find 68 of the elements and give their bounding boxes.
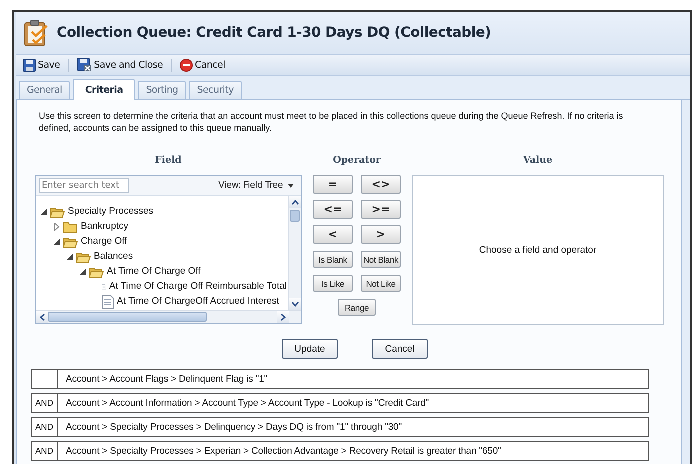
operator-button[interactable]: <=	[313, 200, 353, 219]
tab[interactable]: General	[19, 81, 70, 99]
operator-button[interactable]: Not Blank	[361, 251, 401, 268]
window-title: Collection Queue: Credit Card 1-30 Days DQ (Collectable)	[57, 25, 492, 41]
tree-item[interactable]: Balances	[93, 251, 134, 262]
tab[interactable]: Security	[189, 81, 242, 99]
cancel-button[interactable]: Cancel	[177, 56, 228, 74]
criteria-row[interactable]: Account > Account Flags > Delinquent Flag is "1"	[31, 369, 649, 389]
operator-button[interactable]: =	[313, 175, 353, 194]
operator-button[interactable]: Not Like	[361, 275, 401, 292]
tree-item[interactable]: Bankruptcy	[80, 221, 130, 232]
column-header: Value	[523, 155, 553, 166]
conjunction-label: AND	[36, 398, 54, 408]
criteria-text: Account > Specialty Processes > Experian > Collection Advantage > Recovery Retail is greater than "650"	[65, 444, 502, 458]
operator-button[interactable]: Is Blank	[313, 251, 353, 268]
description-text: Use this screen to determine the criteria that an account must meet to be placed in this collections queue during the Queue Refresh. If no criteria is defined, accounts can be assigned to this queue manually.	[39, 111, 624, 133]
view-dropdown[interactable]: View: Field Tree	[214, 180, 298, 190]
conjunction-label: AND	[36, 422, 54, 432]
expanded-arrow-icon[interactable]	[40, 208, 48, 216]
scroll-left-icon	[40, 314, 44, 320]
scroll-right-icon	[280, 314, 286, 320]
operator-button[interactable]: <>	[361, 175, 401, 194]
vertical-scrollbar[interactable]	[288, 196, 301, 310]
operator-button[interactable]: Is Like	[313, 275, 353, 292]
cancel-button[interactable]: Cancel	[372, 339, 428, 359]
open-folder-icon	[76, 250, 91, 262]
value-hint: Choose a field and operator	[479, 244, 597, 256]
caret-icon	[288, 184, 294, 188]
column-header: Field	[155, 155, 182, 166]
criteria-text: Account > Account Information > Account Type > Account Type - Lookup is "Credit Card"	[65, 396, 430, 410]
open-folder-icon	[50, 206, 65, 218]
update-button[interactable]: Update	[282, 339, 338, 359]
conjunction-label: AND	[36, 446, 54, 456]
scroll-up-icon	[292, 200, 298, 204]
criteria-text: Account > Account Flags > Delinquent Flag is "1"	[65, 372, 268, 386]
tab[interactable]: Criteria	[73, 79, 136, 100]
expanded-arrow-icon[interactable]	[53, 238, 61, 246]
cancel-icon	[180, 58, 194, 72]
scroll-thumb[interactable]	[290, 210, 300, 222]
criteria-row[interactable]: AND Account > Specialty Processes > Experian > Collection Advantage > Recovery Retail is greater than "650"	[31, 441, 649, 461]
expanded-arrow-icon[interactable]	[66, 252, 74, 260]
open-folder-icon	[89, 266, 104, 278]
save-and-close-button[interactable]: Save and Close	[74, 56, 166, 74]
scroll-down-icon	[292, 302, 298, 306]
scroll-thumb[interactable]	[48, 312, 207, 322]
tree-item[interactable]: At Time Of Charge Off	[106, 266, 202, 277]
tab[interactable]: Sorting	[138, 81, 186, 99]
collapsed-arrow-icon[interactable]	[53, 222, 61, 230]
operator-button[interactable]: >=	[361, 200, 401, 219]
folder-icon	[63, 220, 78, 232]
horizontal-scrollbar[interactable]	[36, 310, 301, 323]
tree-item[interactable]: Specialty Processes	[67, 206, 155, 217]
criteria-text: Account > Specialty Processes > Delinquency > Days DQ is from "1" through "30"	[65, 420, 402, 434]
open-folder-icon	[63, 236, 78, 248]
operator-button[interactable]: Range	[338, 299, 376, 316]
clipboard-checklist-icon	[24, 19, 50, 47]
tree-item[interactable]: Charge Off	[80, 236, 128, 247]
criteria-row[interactable]: AND Account > Account Information > Account Type > Account Type - Lookup is "Credit Card"	[31, 393, 649, 413]
floppy-disk-x-icon	[77, 58, 92, 72]
column-header: Operator	[333, 155, 381, 166]
operator-button[interactable]: >	[361, 225, 401, 244]
operator-button[interactable]: <	[313, 225, 353, 244]
save-button[interactable]: Save	[20, 56, 64, 74]
search-field[interactable]: Enter search text	[39, 178, 129, 193]
criteria-row[interactable]: AND Account > Specialty Processes > Delinquency > Days DQ is from "1" through "30"	[31, 417, 649, 437]
expanded-arrow-icon[interactable]	[79, 268, 87, 276]
tree-item[interactable]: At Time Of Charge Off Reimbursable Total	[108, 281, 288, 292]
tree-item[interactable]: At Time Of ChargeOff Accrued Interest	[116, 296, 280, 307]
